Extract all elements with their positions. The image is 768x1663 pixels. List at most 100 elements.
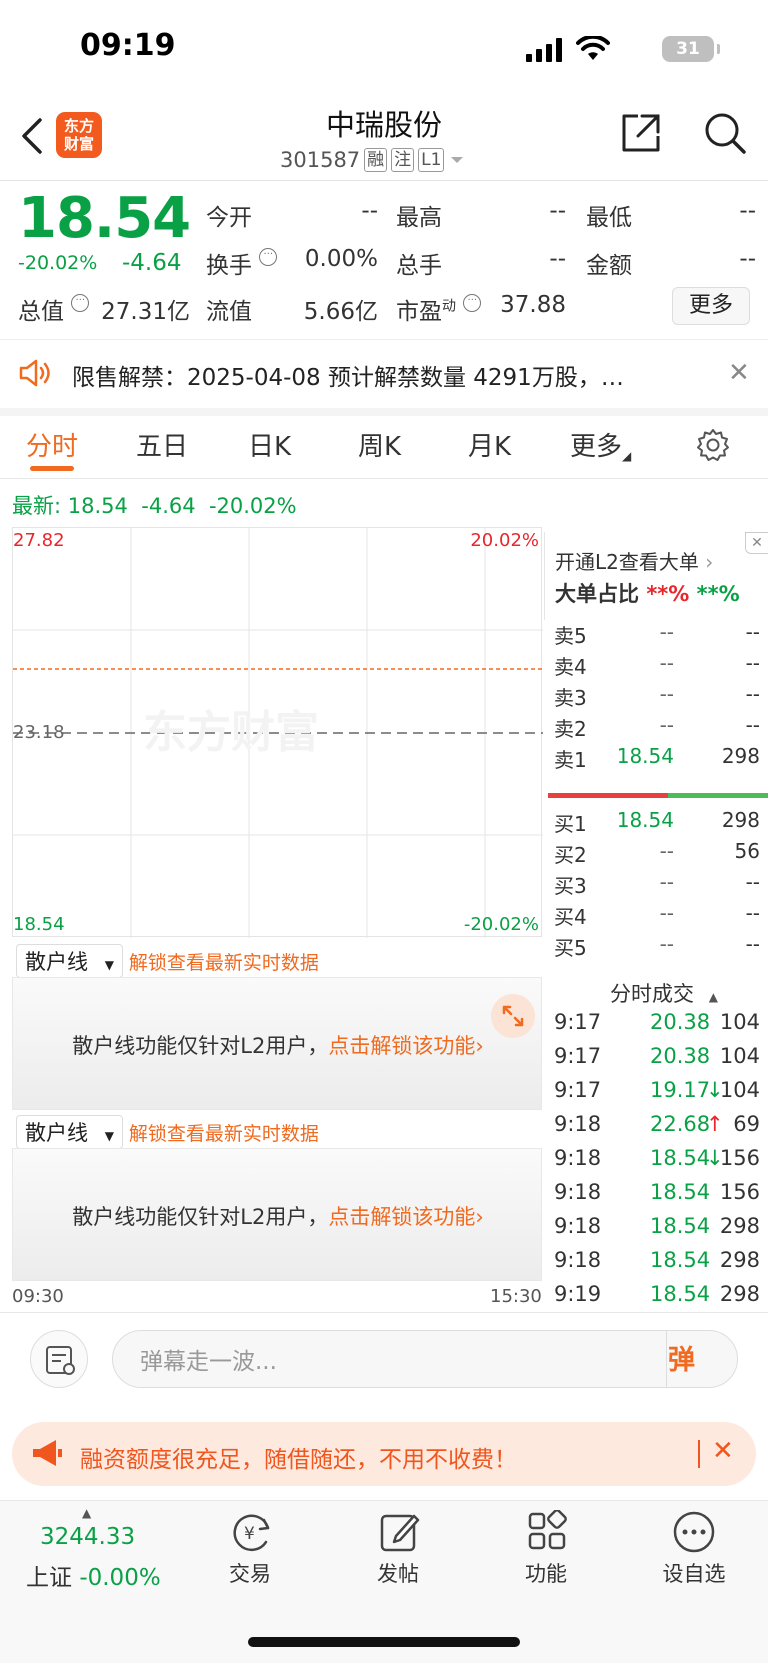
trade-direction: ↑ xyxy=(706,1112,724,1136)
index-line[interactable]: 上证 -0.00% xyxy=(26,1558,161,1592)
danmu-button[interactable]: 弹 xyxy=(668,1338,695,1377)
change-amount: -4.64 xyxy=(122,250,182,276)
market-cap-value: 27.31亿 xyxy=(101,299,190,325)
l2-promo-box[interactable]: 开通L2查看大单 › 大单占比 **% **% ✕ xyxy=(544,532,768,620)
nav-add-watchlist[interactable]: 设自选 xyxy=(644,1558,744,1588)
unlock-notice[interactable]: 限售解禁：2025-04-08 预计解禁数量 4291万股，… xyxy=(72,358,624,392)
open-l2-link[interactable]: 开通L2查看大单 › xyxy=(555,546,713,575)
more-dots-icon[interactable] xyxy=(672,1510,716,1554)
trade-time: 9:17 xyxy=(554,1010,602,1034)
lock-message: 散户线功能仅针对L2用户，点击解锁该功能› xyxy=(72,1205,484,1229)
home-indicator[interactable] xyxy=(248,1637,520,1647)
active-tab-indicator xyxy=(30,466,74,471)
tab-daily-k[interactable]: 日K xyxy=(248,426,291,463)
market-cap-label[interactable]: 总值 ··· xyxy=(18,292,90,326)
sell-bar xyxy=(548,793,668,798)
unlock-feature-link[interactable]: 点击解锁该功能 xyxy=(328,1205,475,1229)
intraday-chart[interactable]: 东方财富 27.82 20.02% 23.18 18.54 -20.02% xyxy=(12,527,543,938)
trade-price: 22.68 xyxy=(650,1112,711,1136)
registration-tag: 注 xyxy=(391,148,415,172)
sell-order-row: 卖3 -- -- xyxy=(554,682,760,712)
close-icon[interactable]: ✕ xyxy=(712,1436,734,1466)
compose-icon[interactable] xyxy=(378,1510,422,1554)
comment-divider xyxy=(0,1312,768,1313)
low-label: 最低 xyxy=(586,205,632,231)
turnover-label[interactable]: 换手 ··· xyxy=(206,246,278,280)
share-icon[interactable] xyxy=(618,110,664,156)
close-icon[interactable]: ✕ xyxy=(745,532,768,554)
order-level-label: 买1 xyxy=(554,812,587,836)
comment-list-button[interactable] xyxy=(30,1330,88,1388)
trade-volume: 298 xyxy=(719,1214,760,1238)
promo-divider xyxy=(698,1440,700,1468)
trade-time: 9:17 xyxy=(554,1078,602,1102)
trade-volume: 298 xyxy=(719,1282,760,1306)
tab-weekly-k[interactable]: 周K xyxy=(358,426,401,463)
unlock-feature-link[interactable]: 点击解锁该功能 xyxy=(328,1034,475,1058)
stock-code-row[interactable]: 301587 融 注 L1 xyxy=(280,148,466,172)
order-volume: -- xyxy=(745,870,760,894)
order-level-label: 卖2 xyxy=(554,717,587,741)
index-widget[interactable]: 3244.33 xyxy=(40,1524,135,1550)
trades-title[interactable]: 分时成交 ▲ xyxy=(610,978,718,1008)
pe-label[interactable]: 市盈动 ··· xyxy=(396,292,482,326)
battery-indicator: 31 xyxy=(662,36,720,62)
tab-more[interactable]: 更多◢ xyxy=(570,426,631,463)
grid-apps-icon[interactable] xyxy=(526,1510,570,1554)
buy-order-row: 买1 18.54 298 xyxy=(554,808,760,838)
amount-label: 金额 xyxy=(586,253,632,279)
settings-gear-icon[interactable] xyxy=(696,428,730,462)
unlock-link[interactable]: 解锁查看最新实时数据 xyxy=(129,1119,319,1146)
nav-post[interactable]: 发帖 xyxy=(348,1558,448,1588)
time-start: 09:30 xyxy=(12,1286,64,1307)
tab-intraday[interactable]: 分时 xyxy=(26,426,78,463)
retail-line-select[interactable]: 散户线 ▼ xyxy=(16,1115,123,1149)
order-price: -- xyxy=(659,651,674,675)
nav-trade[interactable]: 交易 xyxy=(200,1558,300,1588)
trade-row: 9:18 18.54 156 xyxy=(554,1180,760,1212)
retail-line-select[interactable]: 散户线 ▼ xyxy=(16,944,123,978)
tabs-divider xyxy=(0,478,768,479)
search-icon[interactable] xyxy=(702,110,748,156)
trade-row: 9:17 20.38 104 xyxy=(554,1044,760,1076)
trade-volume: 156 xyxy=(719,1180,760,1204)
more-button[interactable]: 更多 xyxy=(672,287,750,325)
corner-caret-icon: ◢ xyxy=(622,449,632,463)
order-level-label: 买3 xyxy=(554,874,587,898)
index-name: 上证 xyxy=(26,1565,72,1591)
trade-row: 9:18 18.54 ↓ 156 xyxy=(554,1146,760,1178)
order-level-label: 买2 xyxy=(554,843,587,867)
trade-price: 18.54 xyxy=(650,1214,711,1238)
nav-functions[interactable]: 功能 xyxy=(496,1558,596,1588)
float-cap-value: 5.66亿 xyxy=(303,299,378,325)
danmu-placeholder: 弹幕走一波... xyxy=(140,1349,277,1375)
trade-price: 20.38 xyxy=(650,1044,711,1068)
order-level-label: 卖5 xyxy=(554,624,587,648)
order-price: 18.54 xyxy=(616,744,674,768)
trade-volume: 104 xyxy=(719,1010,760,1034)
order-level-label: 卖1 xyxy=(554,748,587,772)
pe-value: 37.88 xyxy=(500,292,566,318)
order-volume: -- xyxy=(745,932,760,956)
tab-five-day[interactable]: 五日 xyxy=(136,426,188,463)
order-volume: -- xyxy=(745,713,760,737)
order-price: -- xyxy=(659,713,674,737)
buy-order-row: 买5 -- -- xyxy=(554,932,760,962)
close-icon[interactable]: ✕ xyxy=(728,358,750,388)
expand-button[interactable] xyxy=(491,994,535,1038)
order-price: -- xyxy=(659,901,674,925)
trade-volume: 104 xyxy=(719,1078,760,1102)
speaker-icon xyxy=(19,359,50,387)
expand-icon xyxy=(502,1005,524,1027)
trade-time: 9:19 xyxy=(554,1282,602,1306)
chart-top-pct: 20.02% xyxy=(470,530,539,551)
order-volume: 56 xyxy=(734,839,760,863)
unlock-link[interactable]: 解锁查看最新实时数据 xyxy=(129,948,319,975)
trade-yen-icon[interactable]: ¥ xyxy=(230,1510,274,1554)
order-volume: 298 xyxy=(721,744,760,768)
trade-price: 18.54 xyxy=(650,1146,711,1170)
trade-row: 9:18 18.54 298 xyxy=(554,1214,760,1246)
retail-line-bar: 散户线 ▼ 解锁查看最新实时数据 xyxy=(16,944,319,978)
latest-quote-line: 最新: 18.54 -4.64 -20.02% xyxy=(12,494,297,518)
tab-monthly-k[interactable]: 月K xyxy=(468,426,511,463)
